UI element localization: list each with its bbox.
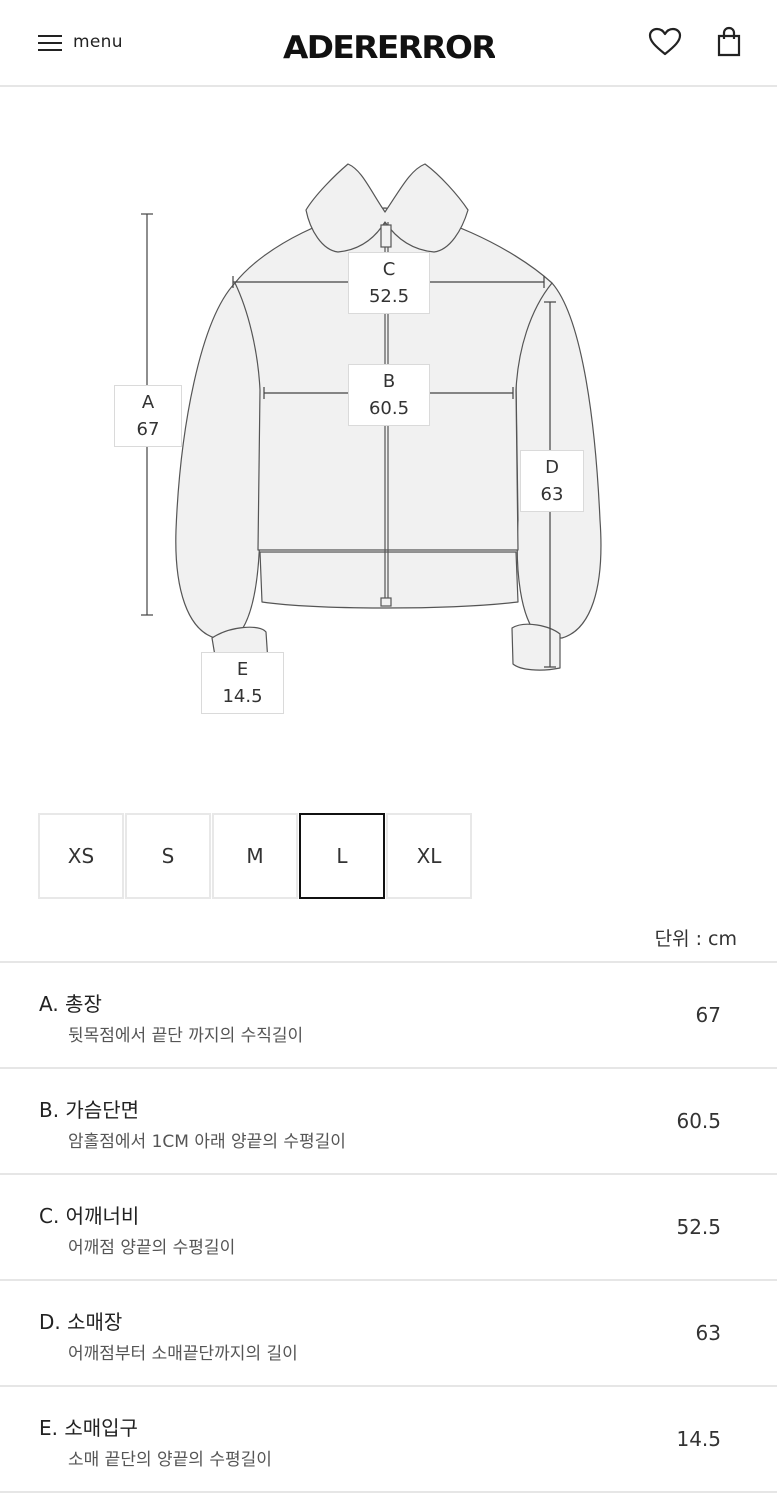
heart-icon[interactable] xyxy=(647,26,683,58)
shopping-bag-icon[interactable] xyxy=(716,26,742,58)
measurement-row: C. 어깨너비 어깨점 양끝의 수평길이 52.5 xyxy=(0,1175,777,1281)
measurement-description: 어깨점 양끝의 수평길이 xyxy=(68,1238,236,1258)
measurement-value: 60.5 xyxy=(676,1109,721,1133)
measure-value-a: 67 xyxy=(136,419,160,440)
measurement-title: E. 소매입구 xyxy=(39,1416,138,1440)
svg-text:ADERERROR: ADERERROR xyxy=(283,30,495,63)
measurement-value: 63 xyxy=(695,1321,721,1345)
measurement-value: 52.5 xyxy=(676,1215,721,1239)
measurement-row: A. 총장 뒷목점에서 끝단 까지의 수직길이 67 xyxy=(0,963,777,1069)
measurement-row: E. 소매입구 소매 끝단의 양끝의 수평길이 14.5 xyxy=(0,1387,777,1493)
measurement-value: 67 xyxy=(695,1003,721,1027)
measure-label-a: A 67 xyxy=(114,385,182,447)
menu-label: menu xyxy=(73,32,123,52)
size-selector: XS S M L XL xyxy=(38,813,473,899)
measure-label-b: B 60.5 xyxy=(348,364,430,426)
measure-value-e: 14.5 xyxy=(222,686,263,707)
menu-button[interactable]: menu xyxy=(38,30,123,54)
measure-label-c: C 52.5 xyxy=(348,252,430,314)
measure-label-d: D 63 xyxy=(520,450,584,512)
top-header: menu ADERERROR xyxy=(0,0,777,87)
measurement-description: 어깨점부터 소매끝단까지의 길이 xyxy=(68,1344,298,1364)
measurement-title: C. 어깨너비 xyxy=(39,1204,140,1228)
measure-label-e: E 14.5 xyxy=(201,652,284,714)
unit-label: 단위 : cm xyxy=(654,928,737,950)
measure-value-c: 52.5 xyxy=(368,286,410,307)
measurement-row: D. 소매장 어깨점부터 소매끝단까지의 길이 63 xyxy=(0,1281,777,1387)
size-tab-xl[interactable]: XL xyxy=(386,813,472,899)
size-tab-m[interactable]: M xyxy=(212,813,298,899)
measure-letter-e: E xyxy=(236,659,249,680)
measurement-value: 14.5 xyxy=(676,1427,721,1451)
measure-value-d: 63 xyxy=(540,484,564,505)
hamburger-icon xyxy=(38,33,62,51)
measure-letter-b: B xyxy=(382,371,396,392)
measurement-row: B. 가슴단면 암홀점에서 1CM 아래 양끝의 수평길이 60.5 xyxy=(0,1069,777,1175)
size-diagram: A 67 C 52.5 B 60.5 D 63 E 14.5 xyxy=(100,150,620,730)
measurement-title: B. 가슴단면 xyxy=(39,1098,140,1122)
measure-letter-a: A xyxy=(141,392,155,413)
measure-letter-c: C xyxy=(382,259,396,280)
measurement-title: D. 소매장 xyxy=(39,1310,123,1334)
measurement-title: A. 총장 xyxy=(39,992,102,1016)
measurement-description: 암홀점에서 1CM 아래 양끝의 수평길이 xyxy=(68,1132,346,1152)
measurement-description: 뒷목점에서 끝단 까지의 수직길이 xyxy=(68,1026,304,1046)
size-tab-l[interactable]: L xyxy=(299,813,385,899)
size-tab-s[interactable]: S xyxy=(125,813,211,899)
measurement-table: A. 총장 뒷목점에서 끝단 까지의 수직길이 67 B. 가슴단면 암홀점에서… xyxy=(0,961,777,1493)
brand-logo[interactable]: ADERERROR xyxy=(283,27,495,63)
size-tab-xs[interactable]: XS xyxy=(38,813,124,899)
measurement-description: 소매 끝단의 양끝의 수평길이 xyxy=(68,1450,272,1470)
measure-value-b: 60.5 xyxy=(368,398,410,419)
measure-letter-d: D xyxy=(545,457,559,478)
